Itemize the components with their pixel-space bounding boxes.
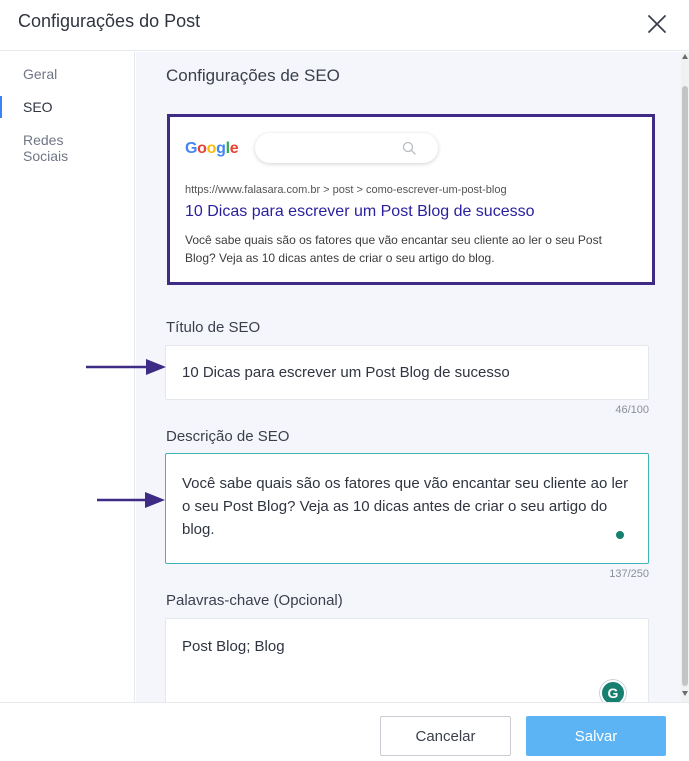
search-icon xyxy=(402,141,416,155)
settings-sidebar: Geral SEO Redes Sociais xyxy=(0,52,135,702)
arrow-right-icon xyxy=(86,359,166,375)
scroll-down-icon[interactable] xyxy=(682,691,688,696)
close-icon[interactable] xyxy=(645,12,669,36)
preview-url: https://www.falasara.com.br > post > com… xyxy=(185,184,507,196)
scrollbar[interactable] xyxy=(681,52,689,702)
sidebar-item-redes-sociais[interactable]: Redes Sociais xyxy=(23,132,93,164)
seo-title-input[interactable]: 10 Dicas para escrever um Post Blog de s… xyxy=(165,345,649,400)
seo-title-label: Título de SEO xyxy=(166,319,261,336)
preview-title: 10 Dicas para escrever um Post Blog de s… xyxy=(185,203,535,220)
preview-description: Você sabe quais são os fatores que vão e… xyxy=(185,233,602,265)
grammarly-icon[interactable]: G xyxy=(600,680,626,702)
keywords-label: Palavras-chave (Opcional) xyxy=(166,592,343,609)
arrow-right-icon xyxy=(97,492,165,508)
seo-description-textarea[interactable]: Você sabe quais são os fatores que vão e… xyxy=(165,453,649,564)
seo-title-counter: 46/100 xyxy=(615,404,649,416)
dialog-header: Configurações do Post xyxy=(0,0,689,51)
keywords-textarea[interactable]: Post Blog; Blog xyxy=(165,618,649,702)
active-tab-indicator xyxy=(0,96,2,118)
dialog-footer: Cancelar Salvar xyxy=(0,702,689,761)
scroll-up-icon[interactable] xyxy=(682,54,688,59)
status-dot-icon xyxy=(616,531,624,539)
cancel-button[interactable]: Cancelar xyxy=(380,716,511,756)
section-title: Configurações de SEO xyxy=(166,66,340,85)
save-button[interactable]: Salvar xyxy=(526,716,666,756)
search-preview-card: Google https://www.falasara.com.br > pos… xyxy=(167,114,655,285)
sidebar-item-seo[interactable]: SEO xyxy=(23,99,53,115)
seo-description-label: Descrição de SEO xyxy=(166,428,290,445)
sidebar-item-geral[interactable]: Geral xyxy=(23,66,57,82)
seo-settings-panel: Configurações de SEO Google https://www.… xyxy=(136,52,681,702)
preview-search-bar xyxy=(255,133,438,163)
scrollbar-thumb[interactable] xyxy=(682,86,688,686)
google-logo: Google xyxy=(185,140,239,157)
dialog-title: Configurações do Post xyxy=(18,11,201,31)
seo-description-counter: 137/250 xyxy=(609,568,649,580)
